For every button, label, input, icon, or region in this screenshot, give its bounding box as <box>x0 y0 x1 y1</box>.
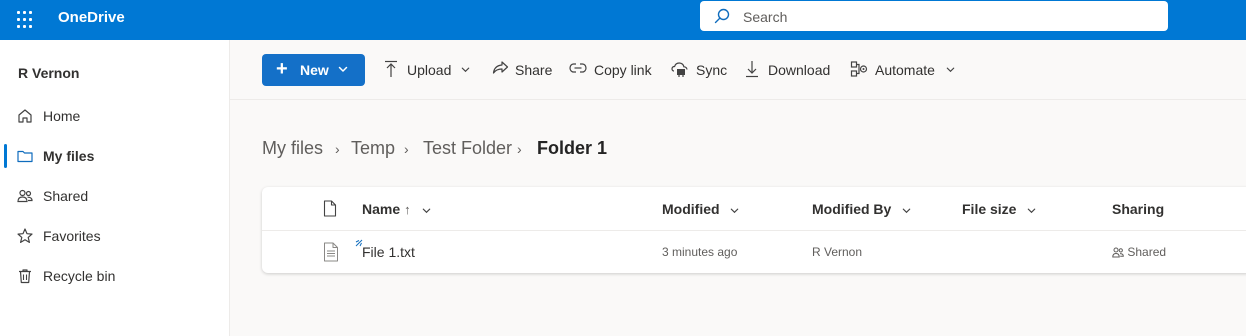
copy-link-label: Copy link <box>594 62 652 78</box>
download-button[interactable]: Download <box>745 58 835 82</box>
file-modified-by[interactable]: R Vernon <box>812 245 862 259</box>
sidebar-item-favorites[interactable]: Favorites <box>0 216 229 256</box>
share-button[interactable]: Share <box>492 58 554 82</box>
sidebar: R Vernon Home My files Shared Favorites <box>0 40 230 336</box>
column-sharing-label: Sharing <box>1112 201 1165 217</box>
sidebar-item-label: Recycle bin <box>43 268 116 284</box>
column-file-size-label: File size <box>962 201 1017 217</box>
automate-icon <box>850 61 868 77</box>
home-icon <box>18 109 32 123</box>
sidebar-item-recycle-bin[interactable]: Recycle bin <box>0 256 229 296</box>
upload-label: Upload <box>407 62 452 78</box>
share-icon <box>492 61 509 74</box>
file-type-icon[interactable] <box>323 200 337 217</box>
sidebar-item-home[interactable]: Home <box>0 96 229 136</box>
chevron-right-icon: › <box>517 141 522 157</box>
user-name: R Vernon <box>18 65 80 81</box>
sidebar-item-my-files[interactable]: My files <box>0 136 229 176</box>
top-bar: OneDrive Search <box>0 0 1246 40</box>
people-icon <box>17 189 33 203</box>
chevron-down-icon <box>946 67 955 73</box>
sidebar-item-label: Shared <box>43 188 89 204</box>
column-modified-label: Modified <box>662 201 720 217</box>
folder-icon <box>17 150 33 163</box>
sort-ascending-icon: ↑ <box>404 202 411 217</box>
chevron-down-icon <box>731 208 739 213</box>
column-header-name[interactable]: Name ↑ <box>362 201 432 217</box>
star-icon <box>17 228 33 243</box>
file-modified: 3 minutes ago <box>662 245 738 259</box>
download-icon <box>746 61 758 78</box>
upload-button[interactable]: Upload <box>384 58 474 82</box>
command-bar: + New Upload Share Copy link Sync Downlo… <box>230 40 1246 100</box>
search-input[interactable]: Search <box>743 9 787 25</box>
upload-icon <box>385 60 397 77</box>
breadcrumb-item-test-folder[interactable]: Test Folder <box>423 138 512 159</box>
link-icon <box>569 63 587 73</box>
chevron-down-icon <box>422 208 430 213</box>
search-icon <box>714 8 730 24</box>
chevron-down-icon <box>338 66 348 72</box>
sync-label: Sync <box>696 62 728 78</box>
trash-icon <box>19 269 31 284</box>
people-icon <box>1112 247 1124 258</box>
sharing-label: Shared <box>1127 245 1167 259</box>
column-header-file-size[interactable]: File size <box>962 201 1037 217</box>
download-label: Download <box>768 62 831 78</box>
sidebar-item-shared[interactable]: Shared <box>0 176 229 216</box>
new-button-label: New <box>300 62 329 78</box>
chevron-down-icon <box>1028 208 1036 213</box>
column-modified-by-label: Modified By <box>812 201 892 217</box>
file-list: Name ↑ Modified Modified By File size Sha… <box>262 187 1246 273</box>
app-title[interactable]: OneDrive <box>58 9 125 26</box>
sync-button[interactable]: Sync <box>671 58 729 82</box>
sidebar-item-label: My files <box>43 148 95 164</box>
column-header-modified[interactable]: Modified <box>662 201 740 217</box>
search-box[interactable]: Search <box>700 1 1168 31</box>
chevron-down-icon <box>902 208 911 213</box>
column-header-modified-by[interactable]: Modified By <box>812 201 912 217</box>
chevron-right-icon: › <box>335 141 340 157</box>
share-label: Share <box>515 62 553 78</box>
breadcrumb-item-my-files[interactable]: My files <box>262 138 323 159</box>
column-header-sharing[interactable]: Sharing <box>1112 201 1164 217</box>
chevron-right-icon: › <box>404 141 409 157</box>
breadcrumb-item-temp[interactable]: Temp <box>351 138 395 159</box>
copy-link-button[interactable]: Copy link <box>569 58 655 82</box>
table-row[interactable]: File 1.txt 3 minutes ago R Vernon Shared <box>262 231 1246 273</box>
list-header: Name ↑ Modified Modified By File size Sha… <box>262 187 1246 231</box>
chevron-down-icon <box>461 67 470 73</box>
plus-icon: + <box>276 58 288 80</box>
text-file-icon <box>324 242 338 262</box>
file-sharing-status[interactable]: Shared <box>1112 245 1166 259</box>
automate-label: Automate <box>875 62 935 78</box>
automate-button[interactable]: Automate <box>850 58 958 82</box>
sync-icon <box>671 62 688 77</box>
breadcrumb-current: Folder 1 <box>537 138 608 158</box>
sidebar-item-label: Favorites <box>43 228 101 244</box>
app-launcher-icon[interactable] <box>14 8 38 32</box>
column-name-label: Name <box>362 201 401 217</box>
sidebar-item-label: Home <box>43 108 81 124</box>
file-name-link[interactable]: File 1.txt <box>362 244 415 260</box>
new-button[interactable]: + New <box>262 54 365 86</box>
